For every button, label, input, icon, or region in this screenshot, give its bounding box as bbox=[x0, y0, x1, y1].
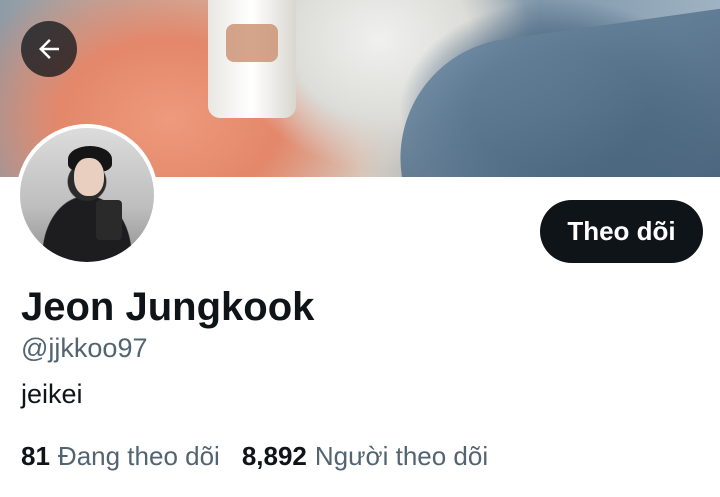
following-label: Đang theo dõi bbox=[57, 441, 220, 471]
follow-button[interactable]: Theo dõi bbox=[540, 200, 703, 263]
banner-decoration bbox=[384, 5, 720, 177]
user-bio: jeikei bbox=[21, 379, 83, 409]
user-handle: @jjkkoo97 bbox=[21, 333, 148, 363]
followers-link[interactable]: 8,892 Người theo dõi bbox=[242, 440, 488, 472]
banner-decoration bbox=[226, 24, 278, 62]
followers-count: 8,892 bbox=[241, 441, 307, 471]
avatar[interactable] bbox=[16, 124, 158, 266]
avatar-detail bbox=[96, 200, 122, 240]
following-link[interactable]: 81 Đang theo dõi bbox=[21, 440, 220, 472]
profile-stats: 81 Đang theo dõi 8,892 Người theo dõi bbox=[21, 440, 488, 472]
followers-label: Người theo dõi bbox=[314, 441, 489, 471]
back-button[interactable] bbox=[21, 21, 77, 77]
avatar-detail bbox=[74, 158, 104, 196]
following-count: 81 bbox=[21, 441, 50, 471]
arrow-left-icon bbox=[39, 39, 59, 59]
display-name: Jeon Jungkook bbox=[21, 285, 315, 329]
